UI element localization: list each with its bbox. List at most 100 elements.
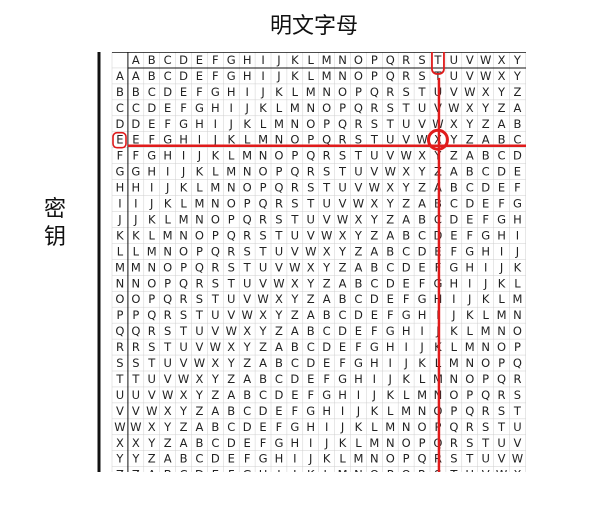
table-cell-letter: I: [357, 388, 360, 402]
table-cell-letter: M: [465, 340, 475, 354]
table-cell-letter: J: [451, 308, 455, 322]
table-cell-letter: Q: [497, 372, 506, 386]
table-cell-letter: H: [497, 228, 506, 242]
table-cell-letter: L: [276, 101, 283, 115]
table-cell-letter: U: [402, 117, 410, 131]
table-cell-letter: T: [131, 372, 140, 386]
table-cell-letter: A: [323, 292, 331, 306]
table-cell-letter: K: [323, 452, 331, 466]
plaintext-header-letter: O: [354, 53, 363, 67]
key-column-letter: B: [116, 85, 124, 99]
table-cell-letter: M: [274, 117, 284, 131]
table-cell-letter: U: [418, 101, 426, 115]
key-column-letter: G: [115, 165, 124, 179]
table-cell-letter: A: [466, 149, 474, 163]
table-cell-letter: J: [340, 420, 344, 434]
table-cell-letter: G: [386, 324, 395, 338]
table-cell-letter: R: [132, 340, 140, 354]
table-cell-letter: B: [386, 244, 394, 258]
table-cell-letter: B: [482, 149, 490, 163]
table-cell-letter: D: [338, 324, 347, 338]
table-cell-letter: X: [132, 436, 140, 450]
table-cell-letter: Q: [179, 276, 188, 290]
table-cell-letter: S: [148, 340, 155, 354]
table-cell-letter: L: [419, 372, 426, 386]
table-cell-letter: T: [163, 340, 172, 354]
table-cell-letter: F: [133, 149, 140, 163]
table-cell-letter: P: [164, 276, 171, 290]
table-cell-letter: W: [512, 452, 523, 466]
table-cell-letter: W: [178, 372, 189, 386]
table-cell-letter: O: [179, 244, 188, 258]
table-cell-letter: B: [323, 308, 331, 322]
key-column-letter: A: [116, 69, 124, 83]
table-cell-letter: Q: [259, 197, 268, 211]
table-cell-letter: G: [147, 149, 156, 163]
table-cell-letter: I: [389, 356, 392, 370]
table-cell-letter: U: [481, 452, 489, 466]
table-cell-letter: O: [243, 181, 252, 195]
table-cell-letter: L: [164, 212, 171, 226]
table-cell-letter: P: [275, 165, 282, 179]
table-cell-letter: W: [321, 228, 332, 242]
table-cell-letter: H: [418, 308, 427, 322]
table-cell-letter: E: [275, 404, 282, 418]
table-cell-letter: Z: [339, 260, 347, 274]
table-cell-letter: N: [163, 244, 172, 258]
plaintext-header-letter: G: [227, 53, 236, 67]
table-cell-letter: Y: [259, 324, 268, 338]
table-cell-letter: D: [402, 260, 411, 274]
table-cell-letter: U: [259, 260, 267, 274]
table-cell-letter: O: [259, 165, 268, 179]
table-cell-letter: V: [275, 260, 283, 274]
table-cell-letter: Y: [306, 276, 315, 290]
table-cell-letter: X: [386, 181, 394, 195]
table-cell-letter: F: [451, 244, 458, 258]
table-cell-letter: B: [148, 69, 156, 83]
table-cell-letter: Z: [370, 228, 378, 242]
plaintext-header-letter: B: [148, 53, 156, 67]
table-cell-letter: M: [306, 85, 316, 99]
table-cell-letter: X: [307, 260, 315, 274]
table-cell-letter: M: [497, 308, 507, 322]
table-cell-letter: G: [227, 69, 236, 83]
plaintext-header-letter: L: [308, 53, 315, 67]
table-cell-letter: F: [498, 197, 505, 211]
table-cell-letter: H: [322, 404, 331, 418]
table-cell-letter: D: [465, 197, 474, 211]
table-cell-letter: C: [498, 149, 506, 163]
table-cell-letter: Y: [370, 212, 379, 226]
table-cell-letter: J: [197, 149, 201, 163]
table-cell-letter: K: [402, 372, 410, 386]
table-cell-letter: I: [277, 468, 280, 472]
table-cell-letter: L: [196, 181, 203, 195]
table-cell-letter: W: [385, 165, 396, 179]
table-cell-letter: K: [148, 212, 156, 226]
table-cell-letter: Z: [148, 452, 156, 466]
table-cell-letter: B: [211, 420, 219, 434]
table-cell-letter: K: [291, 69, 299, 83]
table-cell-letter: A: [211, 404, 219, 418]
table-cell-letter: M: [179, 212, 189, 226]
table-cell-letter: G: [211, 85, 220, 99]
table-cell-letter: N: [179, 228, 188, 242]
table-cell-letter: D: [386, 276, 395, 290]
table-cell-letter: F: [403, 292, 410, 306]
table-cell-letter: L: [514, 276, 521, 290]
key-column-letter: R: [116, 340, 124, 354]
table-cell-letter: Z: [307, 292, 315, 306]
key-column-letter: Y: [115, 452, 124, 466]
table-cell-letter: Z: [402, 197, 410, 211]
key-column-letter: P: [116, 308, 123, 322]
table-cell-letter: V: [370, 165, 378, 179]
table-cell-letter: R: [291, 181, 299, 195]
table-cell-letter: G: [179, 117, 188, 131]
table-cell-letter: R: [482, 404, 490, 418]
table-cell-letter: N: [195, 212, 204, 226]
table-cell-letter: A: [227, 388, 235, 402]
table-cell-letter: N: [402, 420, 411, 434]
table-cell-letter: E: [482, 197, 489, 211]
table-cell-letter: Z: [498, 101, 506, 115]
table-cell-letter: Y: [386, 197, 395, 211]
table-cell-letter: E: [339, 340, 346, 354]
